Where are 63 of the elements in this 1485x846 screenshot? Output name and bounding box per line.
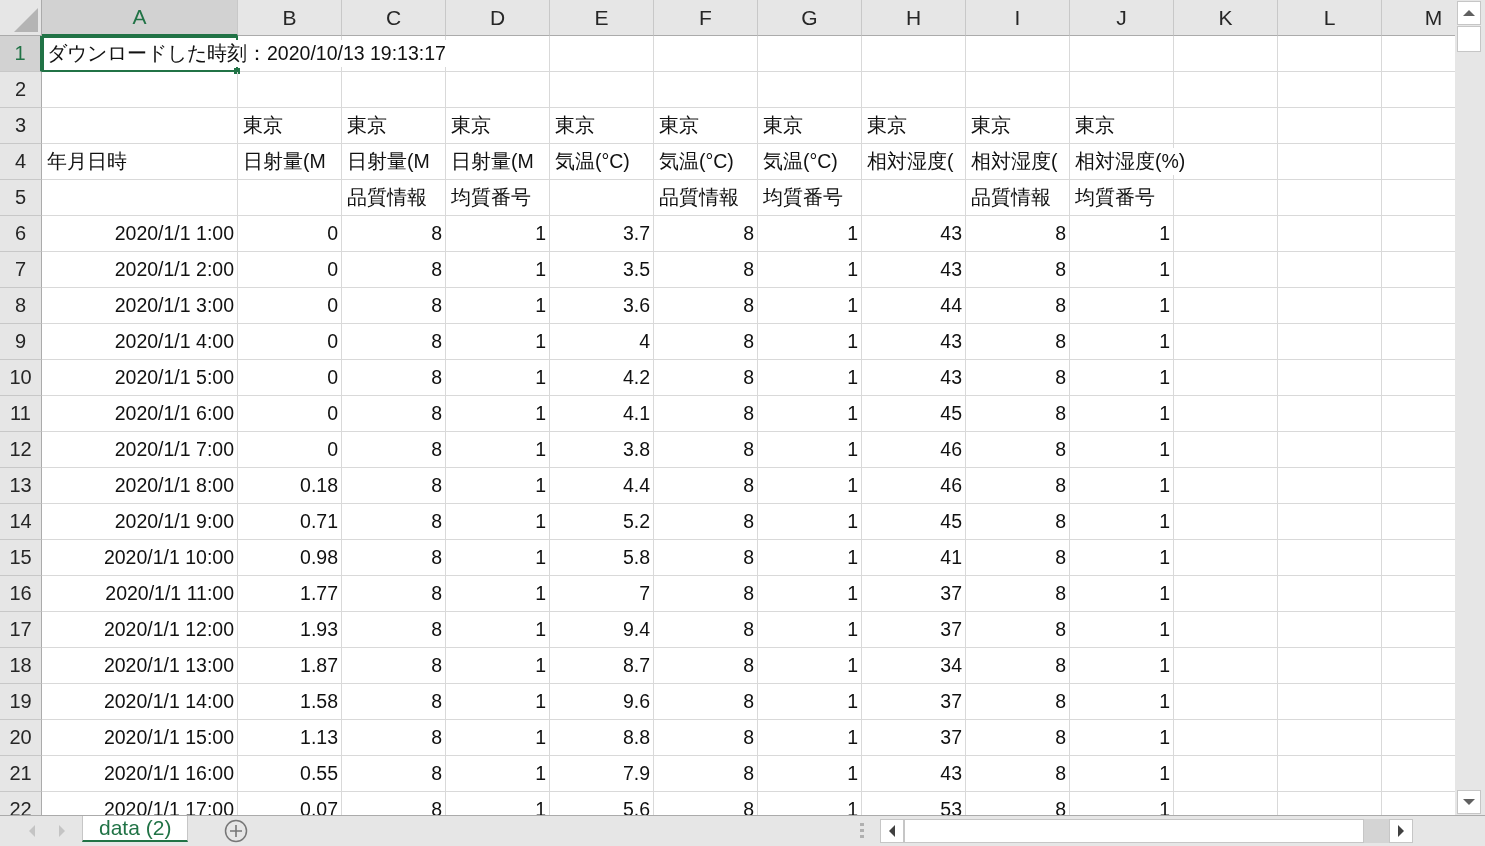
row-header[interactable]: 9 [0, 324, 42, 360]
select-all-icon[interactable] [14, 8, 38, 32]
scroll-down-button[interactable] [1457, 790, 1481, 814]
row-header[interactable]: 18 [0, 648, 42, 684]
table-cell: ダウンロードした時刻：2020/10/13 19:13:17 [47, 40, 446, 67]
triangle-up-icon [1463, 9, 1475, 17]
column-header[interactable]: E [550, 0, 654, 36]
row-header[interactable]: 17 [0, 612, 42, 648]
row-header[interactable]: 12 [0, 432, 42, 468]
row-header[interactable]: 20 [0, 720, 42, 756]
column-header[interactable]: D [446, 0, 550, 36]
column-header[interactable]: B [238, 0, 342, 36]
table-cell: 品質情報 [347, 184, 427, 211]
scroll-thumb[interactable] [1457, 26, 1481, 52]
row-header[interactable]: 7 [0, 252, 42, 288]
column-header[interactable]: G [758, 0, 862, 36]
row-header[interactable]: 8 [0, 288, 42, 324]
drag-handle-icon[interactable] [860, 823, 865, 839]
table-cell: 品質情報 [659, 184, 739, 211]
add-sheet-icon[interactable] [224, 819, 249, 843]
column-header[interactable]: C [342, 0, 446, 36]
table-cell: 品質情報 [971, 184, 1051, 211]
triangle-right-icon [1397, 825, 1406, 837]
scroll-left-button[interactable] [880, 819, 905, 843]
row-header[interactable]: 16 [0, 576, 42, 612]
table-cell: 相対湿度( [867, 148, 954, 175]
column-header[interactable]: F [654, 0, 758, 36]
column-header[interactable]: J [1070, 0, 1174, 36]
scroll-thumb[interactable] [904, 819, 1365, 843]
left-arrow-icon[interactable] [28, 825, 36, 837]
row-header[interactable]: 13 [0, 468, 42, 504]
row-header[interactable]: 4 [0, 144, 42, 180]
column-header[interactable]: M [1382, 0, 1455, 36]
row-header[interactable]: 11 [0, 396, 42, 432]
table-cell: 日射量(M [451, 148, 534, 175]
row-header[interactable]: 3 [0, 108, 42, 144]
sheet-tab[interactable]: data (2) [82, 816, 189, 842]
right-arrow-icon[interactable] [58, 825, 66, 837]
scroll-right-button[interactable] [1389, 819, 1414, 843]
triangle-down-icon [1463, 798, 1475, 806]
row-header[interactable]: 1 [0, 36, 42, 72]
column-header[interactable]: K [1174, 0, 1278, 36]
column-header[interactable]: H [862, 0, 966, 36]
row-header[interactable]: 14 [0, 504, 42, 540]
row-header[interactable]: 10 [0, 360, 42, 396]
table-cell: 日射量(M [347, 148, 430, 175]
row-header[interactable]: 19 [0, 684, 42, 720]
table-cell: 均質番号 [1075, 184, 1155, 211]
table-cell: 相対湿度(%) [1075, 148, 1186, 175]
table-cell: 日射量(M [243, 148, 326, 175]
column-header[interactable]: I [966, 0, 1070, 36]
row-header[interactable]: 21 [0, 756, 42, 792]
triangle-left-icon [888, 825, 897, 837]
column-header[interactable]: L [1278, 0, 1382, 36]
row-header[interactable]: 6 [0, 216, 42, 252]
table-cell: 均質番号 [451, 184, 531, 211]
table-cell: 均質番号 [763, 184, 843, 211]
row-header[interactable]: 5 [0, 180, 42, 216]
row-header[interactable]: 15 [0, 540, 42, 576]
scroll-up-button[interactable] [1457, 1, 1481, 25]
row-header[interactable]: 2 [0, 72, 42, 108]
table-cell: 相対湿度( [971, 148, 1058, 175]
column-header[interactable]: A [42, 0, 238, 36]
